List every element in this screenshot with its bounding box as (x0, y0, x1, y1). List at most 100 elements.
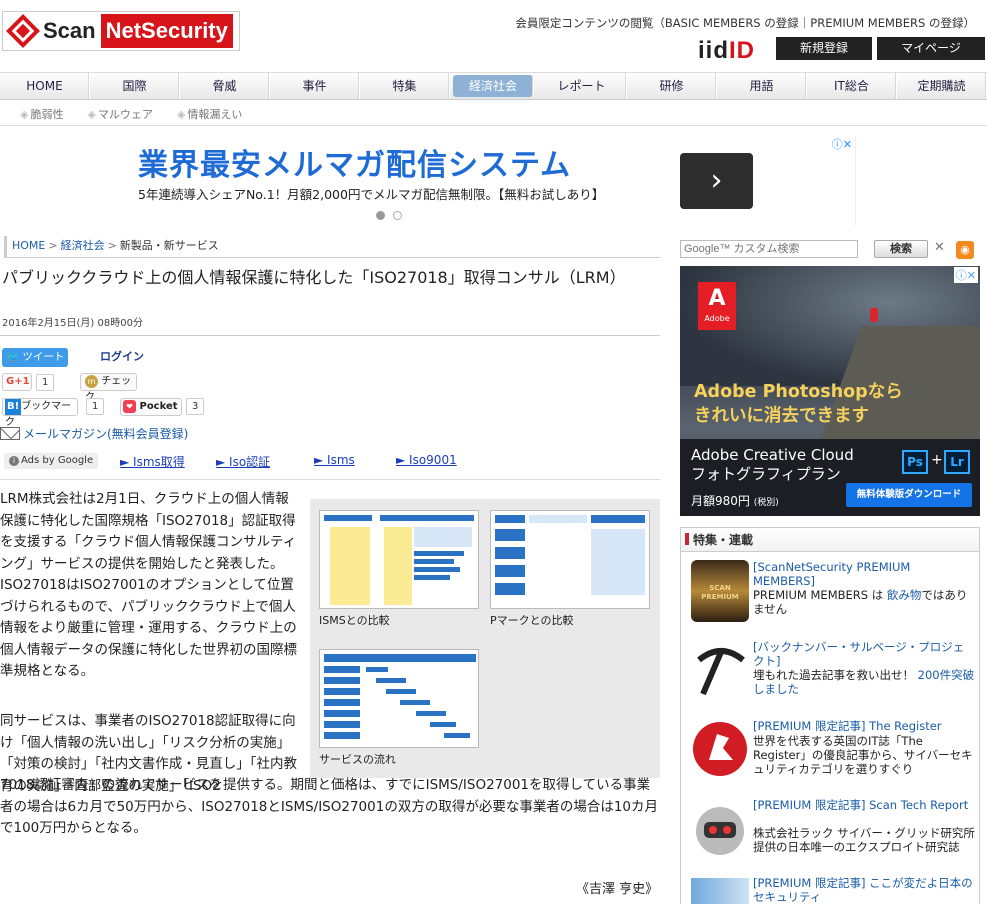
mailmagazine-label: メールマガジン(無料会員登録) (23, 427, 189, 441)
banner-pager (376, 211, 402, 220)
feature-title[interactable]: [ScanNetSecurity PREMIUM MEMBERS] (753, 560, 975, 588)
ad-link-iso9001[interactable]: ► Iso9001 (396, 453, 457, 467)
ad-download-button[interactable]: 無料体験版ダウンロード (846, 483, 972, 507)
figure-gallery: ISMSとの比較 Pマークとの比較 サービスの流れ (310, 499, 660, 778)
google-search-input[interactable] (680, 240, 858, 258)
member-text-pre: 会員限定コンテンツの閲覧（ (515, 16, 665, 30)
login-link[interactable]: ログイン (100, 348, 144, 364)
register-logo-icon (691, 720, 749, 782)
figure-service-flow[interactable] (319, 649, 479, 748)
ads-by-google[interactable]: i Ads by Google (4, 453, 99, 469)
ads-by-google-label: Ads by Google (21, 455, 94, 466)
iid-logo-text: iid (698, 37, 729, 64)
divider (0, 335, 660, 336)
nav-threats[interactable]: 脅威 (180, 73, 270, 99)
premium-members-link[interactable]: PREMIUM MEMBERS の登録 (810, 16, 963, 30)
figure-caption: ISMSとの比較 (319, 614, 390, 627)
feature-description: PREMIUM MEMBERS は 飲み物ではありません (753, 588, 975, 616)
nav-international[interactable]: 国際 (90, 73, 180, 99)
ad-headline: Adobe Photoshopなら きれいに消去できます (694, 380, 903, 428)
gplus-button[interactable]: G+1 (2, 373, 32, 391)
logo-scan-text: Scan (43, 18, 96, 43)
member-text-post: ） (963, 16, 976, 30)
pickaxe-icon (691, 642, 749, 704)
ad-link-isms-acquire[interactable]: ► Isms取得 (120, 453, 185, 470)
figure-caption: Pマークとの比較 (490, 614, 574, 627)
logo-netsecurity-text: NetSecurity (100, 14, 233, 48)
iid-logo-id-text: ID (729, 37, 755, 64)
pocket-icon: ❤ (123, 400, 136, 413)
nav-subscription[interactable]: 定期購読 (897, 73, 987, 99)
hatena-bookmark-button[interactable]: B! ブックマーク (2, 398, 78, 428)
figure-pmark-comparison[interactable] (490, 510, 650, 609)
member-sep: ｜ (798, 16, 811, 30)
feature-description: 埋もれた過去記事を救い出せ！ 200件突破しました (753, 668, 975, 696)
twitter-bird-icon: 🐦 (6, 351, 20, 363)
nav-glossary[interactable]: 用語 (717, 73, 807, 99)
feature-desc-link[interactable]: 飲み物 (887, 588, 922, 602)
search-button[interactable]: 検索 (874, 240, 928, 258)
mixi-icon: m (85, 374, 98, 388)
ad-link-isms[interactable]: ► Isms (314, 453, 355, 467)
article-title: パブリッククラウド上の個人情報保護に特化した「ISO27018」取得コンサル（L… (2, 268, 626, 287)
tweet-button[interactable]: 🐦 ツイート (2, 348, 68, 367)
nav-reports[interactable]: レポート (537, 73, 627, 99)
ad-headline-line1: Adobe Photoshopなら (694, 382, 903, 402)
nav-economy-society[interactable]: 経済社会 (452, 75, 535, 97)
ad-product-line2: フォトグラフィプラン (691, 465, 841, 483)
feature-title[interactable]: [PREMIUM 限定記事] ここが変だよ日本のセキュリティ (753, 876, 975, 904)
mixi-check-button[interactable]: m チェック (80, 373, 137, 403)
site-logo[interactable]: Scan NetSecurity (2, 11, 240, 51)
global-nav: HOME 国際 脅威 事件 特集 経済社会 レポート 研修 用語 IT総合 定期… (0, 72, 987, 100)
sub-nav: 脆弱性 マルウェア 情報漏えい (20, 106, 242, 122)
breadcrumb-home[interactable]: HOME (12, 239, 45, 252)
nav-it-general[interactable]: IT総合 (807, 73, 897, 99)
mypage-button[interactable]: マイページ (877, 37, 985, 60)
banner-ad-arrow-icon[interactable]: › (680, 153, 753, 209)
adobe-logo-icon: A Adobe (698, 282, 736, 330)
nav-features[interactable]: 特集 (360, 73, 450, 99)
feature-title[interactable]: [PREMIUM 限定記事] Scan Tech Report (753, 798, 975, 812)
basic-members-link[interactable]: BASIC MEMBERS の登録 (665, 16, 799, 30)
feature-description: 株式会社ラック サイバー・グリッド研究所 提供の日本唯一のエクスプロイト研究誌 (753, 826, 975, 854)
rss-icon[interactable]: ◉ (956, 241, 974, 259)
nav-incidents[interactable]: 事件 (270, 73, 360, 99)
info-icon: i (9, 456, 19, 466)
subnav-data-leak[interactable]: 情報漏えい (177, 106, 242, 122)
mailmagazine-link[interactable]: メールマガジン(無料会員登録) (0, 425, 188, 442)
nav-home[interactable]: HOME (0, 73, 90, 99)
iid-logo[interactable]: iidID (698, 37, 755, 65)
lightroom-icon: Lr (944, 450, 970, 474)
ad-choices-icon[interactable]: ⓘ✕ (832, 136, 852, 152)
ad-person-image (870, 308, 878, 322)
ad-choices-icon[interactable]: ⓘ✕ (953, 267, 978, 283)
pager-dot-active[interactable] (376, 211, 385, 220)
pager-dot[interactable] (393, 211, 402, 220)
clear-icon[interactable]: ✕ (934, 240, 945, 255)
article-paragraph: LRM株式会社は2月1日、クラウド上の個人情報保護に特化した国際規格「ISO27… (0, 491, 297, 679)
ad-link-iso-cert[interactable]: ► Iso認証 (216, 453, 270, 470)
register-button[interactable]: 新規登録 (776, 37, 872, 60)
banner-ad-title[interactable]: 業界最安メルマガ配信システム (138, 140, 571, 184)
feature-title[interactable]: [PREMIUM 限定記事] The Register (753, 719, 975, 733)
divider (0, 125, 987, 126)
article-author: 《吉澤 亨史》 (576, 882, 659, 897)
feature-description: 世界を代表する英国のIT誌「The Register」の優良記事から、サイバーセ… (753, 734, 973, 776)
ad-price: 月額980円 (税別) (691, 492, 779, 509)
logo-diamond-icon (6, 14, 40, 48)
subnav-malware[interactable]: マルウェア (87, 106, 153, 122)
banner-ad-subtitle[interactable]: 5年連続導入シェアNo.1！月額2,000円でメルマガ配信無制限。【無料お試しあ… (138, 184, 604, 203)
photoshop-icon: Ps (902, 450, 928, 474)
subnav-vulnerability[interactable]: 脆弱性 (20, 106, 63, 122)
sidebar-ad[interactable]: A Adobe Adobe Photoshopなら きれいに消去できます Adobe… (680, 266, 980, 516)
banner-ad[interactable]: 業界最安メルマガ配信システム 5年連続導入シェアNo.1！月額2,000円でメル… (128, 136, 856, 226)
feature-title[interactable]: [バックナンバー・サルベージ・プロジェクト] (753, 640, 975, 668)
figure-isms-comparison[interactable] (319, 510, 479, 609)
hatena-icon: B! (5, 399, 22, 415)
tweet-label: ツイート (22, 351, 65, 363)
breadcrumb-category[interactable]: 経済社会 (61, 239, 105, 252)
article-paragraph: 7018認証審査」の流れでサービスを提供する。期間と価格は、すでにISMS/IS… (0, 777, 659, 836)
pocket-button[interactable]: ❤ Pocket (120, 398, 182, 416)
nav-training[interactable]: 研修 (627, 73, 717, 99)
breadcrumb-current: 新製品・新サービス (119, 239, 219, 252)
